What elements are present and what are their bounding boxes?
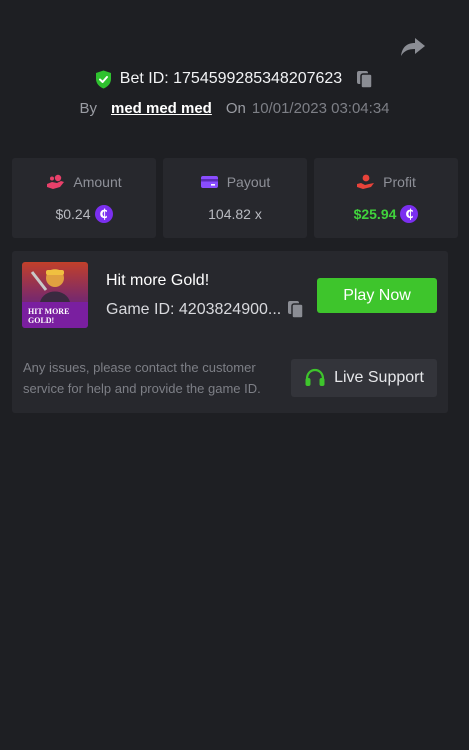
- game-thumbnail[interactable]: HIT MORE GOLD!: [22, 262, 88, 328]
- live-support-button[interactable]: Live Support: [291, 359, 437, 397]
- copy-bet-id-icon[interactable]: [356, 70, 374, 89]
- amount-value: $0.24: [55, 206, 91, 222]
- live-support-label: Live Support: [334, 369, 424, 386]
- username-link[interactable]: med med med: [111, 100, 212, 117]
- svg-text:HIT MORE: HIT MORE: [28, 307, 69, 316]
- bet-detail-page: Bet ID: 1754599285348207623 By med med m…: [0, 0, 469, 750]
- amount-icon: [47, 174, 65, 189]
- card-icon: [200, 176, 218, 188]
- game-id-text: Game ID: 4203824900...: [106, 300, 282, 318]
- bet-datetime: 10/01/2023 03:04:34: [251, 99, 390, 117]
- svg-text:GOLD!: GOLD!: [28, 316, 54, 325]
- stat-amount: Amount $0.24 ₵: [12, 158, 156, 238]
- game-title: Hit more Gold!: [106, 272, 210, 289]
- game-id-row: Game ID: 4203824900...: [106, 300, 305, 319]
- bet-id-text: Bet ID: 1754599285348207623: [119, 70, 343, 87]
- on-label: On: [225, 99, 246, 117]
- shield-check-icon: [95, 70, 111, 88]
- by-label: By: [79, 99, 97, 117]
- profit-hand-icon: [357, 174, 375, 189]
- headset-icon: [305, 368, 325, 386]
- support-note: Any issues, please contact the customer …: [23, 360, 261, 396]
- play-now-button[interactable]: Play Now: [317, 278, 437, 313]
- bet-meta-row: By med med med On 10/01/2023 03:04:34: [0, 97, 469, 119]
- game-card: HIT MORE GOLD! Hit more Gold! Game ID: 4…: [12, 251, 448, 413]
- coin-icon: ₵: [94, 205, 113, 223]
- copy-game-id-icon[interactable]: [287, 300, 305, 319]
- profit-value: $25.94: [353, 206, 397, 222]
- share-icon[interactable]: [399, 36, 427, 58]
- profit-label: Profit: [383, 174, 416, 190]
- stat-payout: Payout 104.82 x: [163, 158, 307, 238]
- stat-profit: Profit $25.94 ₵: [314, 158, 458, 238]
- amount-label: Amount: [73, 174, 122, 190]
- bet-stats: Amount $0.24 ₵ Payout 104.82 x Profit $2…: [12, 158, 458, 238]
- payout-label: Payout: [226, 174, 271, 190]
- payout-value: 104.82 x: [208, 206, 262, 222]
- coin-icon: ₵: [400, 205, 419, 223]
- bet-id-row: Bet ID: 1754599285348207623: [0, 68, 469, 90]
